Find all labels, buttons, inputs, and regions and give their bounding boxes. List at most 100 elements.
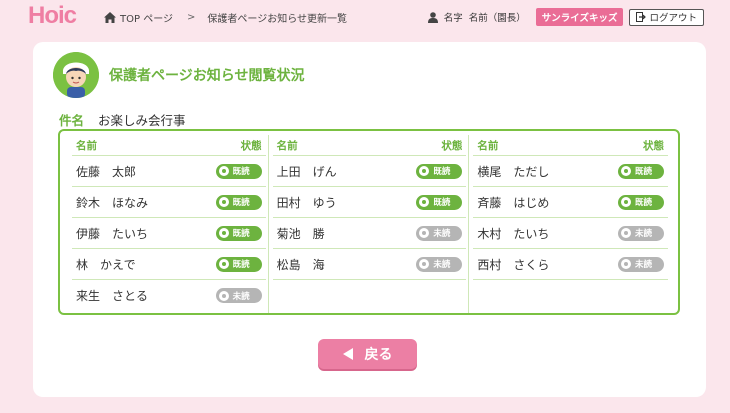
status-dot-icon bbox=[218, 228, 229, 238]
guardian-name: 菊池 勝 bbox=[276, 226, 325, 241]
guardian-name: 横尾 ただし bbox=[477, 164, 550, 179]
status-dot-icon bbox=[419, 228, 430, 238]
empty-row bbox=[273, 280, 467, 311]
status-label: 未読 bbox=[232, 291, 250, 302]
status-dot-icon bbox=[419, 259, 430, 269]
subject-value: お楽しみ会行事 bbox=[98, 113, 186, 128]
status-label: 未読 bbox=[635, 260, 653, 270]
guardian-row: 佐藤 太郎 既読 bbox=[72, 156, 266, 187]
status-label: 既読 bbox=[433, 167, 451, 177]
logout-button[interactable]: ログアウト bbox=[629, 8, 704, 26]
column-header: 名前 状態 bbox=[272, 135, 467, 156]
guardian-name: 鈴木 ほなみ bbox=[76, 195, 149, 210]
guardian-row: 伊藤 たいち 既読 bbox=[72, 218, 266, 249]
header: Hoic TOP ページ > 保護者ページお知らせ更新一覧 名字 名前（園長） … bbox=[0, 0, 730, 34]
guardian-name: 上田 げん bbox=[276, 164, 337, 179]
name-header: 名前 bbox=[477, 139, 499, 152]
status-column: 名前 状態 佐藤 太郎 既読 鈴木 ほなみ 既読 伊藤 たいち 既読林 かえで 既読 来生 さとる… bbox=[68, 135, 269, 313]
read-status-table: 名前 状態 佐藤 太郎 既読 鈴木 ほなみ 既読 伊藤 たいち 既読林 かえで 既読 来生 さとる… bbox=[58, 129, 680, 315]
status-dot-icon bbox=[621, 166, 631, 176]
back-label: 戻る bbox=[364, 347, 393, 363]
read-status-badge: 既読 bbox=[215, 256, 262, 272]
status-label: 既読 bbox=[433, 198, 451, 208]
home-icon bbox=[104, 12, 116, 23]
guardian-name: 田村 ゆう bbox=[276, 195, 337, 210]
back-arrow-icon bbox=[342, 348, 353, 360]
guardian-row: 西村 さくら 未読 bbox=[473, 249, 668, 280]
status-dot-icon bbox=[621, 197, 631, 207]
read-status-badge: 既読 bbox=[215, 163, 262, 179]
unread-status-badge: 未読 bbox=[416, 225, 463, 241]
child-avatar-icon bbox=[53, 52, 99, 98]
back-button[interactable]: 戻る bbox=[318, 339, 417, 369]
status-label: 既読 bbox=[232, 198, 250, 208]
read-status-badge: 既読 bbox=[215, 225, 262, 241]
empty-row bbox=[473, 280, 668, 311]
status-column: 名前 状態 上田 げん 既読 田村 ゆう 既読 菊池 勝未読 松島 海未読 bbox=[269, 135, 470, 313]
status-label: 既読 bbox=[232, 167, 250, 177]
guardian-row: 斉藤 はじめ 既読 bbox=[473, 187, 668, 218]
breadcrumb-separator: > bbox=[187, 12, 196, 23]
breadcrumb: TOP ページ > 保護者ページお知らせ更新一覧 bbox=[104, 10, 347, 25]
name-header: 名前 bbox=[76, 139, 97, 152]
status-dot-icon bbox=[218, 197, 229, 207]
subject-label: 件名 bbox=[59, 113, 85, 128]
user-name-label: 名字 bbox=[443, 13, 463, 24]
header-user-area: 名字 名前（園長） サンライズキッズ ログアウト bbox=[427, 8, 704, 26]
unread-status-badge: 未読 bbox=[215, 288, 262, 303]
status-dot-icon bbox=[419, 197, 430, 207]
breadcrumb-top-link[interactable]: TOP ページ bbox=[120, 10, 173, 25]
guardian-name: 西村 さくら bbox=[477, 257, 550, 272]
status-label: 未読 bbox=[635, 229, 653, 239]
status-header: 状態 bbox=[441, 139, 463, 152]
guardian-row: 鈴木 ほなみ 既読 bbox=[72, 187, 266, 218]
guardian-row: 林 かえで 既読 bbox=[72, 249, 266, 280]
status-dot-icon bbox=[218, 166, 229, 176]
status-dot-icon bbox=[218, 259, 229, 269]
logout-icon bbox=[636, 12, 647, 22]
guardian-row: 田村 ゆう 既読 bbox=[272, 187, 467, 218]
school-badge: サンライズキッズ bbox=[535, 8, 624, 26]
status-label: 未読 bbox=[433, 229, 451, 239]
logout-label: ログアウト bbox=[649, 13, 697, 24]
guardian-row: 横尾 ただし 既読 bbox=[473, 156, 668, 187]
hoic-logo[interactable]: Hoic bbox=[28, 3, 77, 29]
guardian-name: 佐藤 太郎 bbox=[76, 164, 137, 179]
main-card: 保護者ページお知らせ閲覧状況 件名 お楽しみ会行事 名前 状態 佐藤 太郎 既読 鈴木 … bbox=[33, 42, 706, 397]
status-label: 既読 bbox=[635, 167, 653, 177]
guardian-row: 来生 さとる 未読 bbox=[72, 280, 266, 311]
read-status-badge: 既読 bbox=[618, 194, 664, 210]
subject-row: 件名 お楽しみ会行事 bbox=[59, 110, 186, 129]
read-status-badge: 既読 bbox=[618, 163, 664, 179]
page-title: 保護者ページお知らせ閲覧状況 bbox=[109, 68, 305, 84]
guardian-row: 上田 げん 既読 bbox=[272, 156, 467, 187]
status-column: 名前 状態 横尾 ただし 既読 斉藤 はじめ 既読 木村 たいち 未読 西村 さくら 未読 bbox=[469, 135, 670, 313]
column-header: 名前 状態 bbox=[72, 135, 266, 156]
status-dot-icon bbox=[621, 228, 631, 238]
user-name: 名前（園長） bbox=[468, 13, 526, 24]
name-header: 名前 bbox=[276, 139, 298, 152]
status-label: 既読 bbox=[232, 260, 250, 270]
guardian-name: 斉藤 はじめ bbox=[477, 195, 550, 210]
guardian-name: 林 かえで bbox=[76, 257, 136, 272]
guardian-name: 伊藤 たいち bbox=[76, 226, 149, 241]
read-status-badge: 既読 bbox=[215, 194, 262, 210]
unread-status-badge: 未読 bbox=[618, 256, 664, 272]
breadcrumb-current: 保護者ページお知らせ更新一覧 bbox=[207, 14, 347, 25]
title-row: 保護者ページお知らせ閲覧状況 bbox=[53, 52, 304, 98]
guardian-row: 菊池 勝 未読 bbox=[272, 218, 467, 249]
unread-status-badge: 未読 bbox=[416, 256, 463, 272]
status-header: 状態 bbox=[240, 139, 262, 152]
guardian-row: 松島 海 未読 bbox=[272, 249, 467, 280]
unread-status-badge: 未読 bbox=[618, 225, 664, 241]
read-status-badge: 既読 bbox=[416, 163, 463, 179]
status-label: 既読 bbox=[232, 229, 250, 239]
status-label: 未読 bbox=[433, 260, 451, 270]
status-dot-icon bbox=[419, 166, 430, 176]
status-label: 既読 bbox=[635, 198, 653, 208]
guardian-name: 木村 たいち bbox=[477, 226, 550, 241]
status-header: 状態 bbox=[643, 139, 664, 152]
guardian-name: 松島 海 bbox=[276, 257, 325, 272]
status-dot-icon bbox=[218, 290, 229, 301]
user-icon bbox=[427, 11, 438, 23]
